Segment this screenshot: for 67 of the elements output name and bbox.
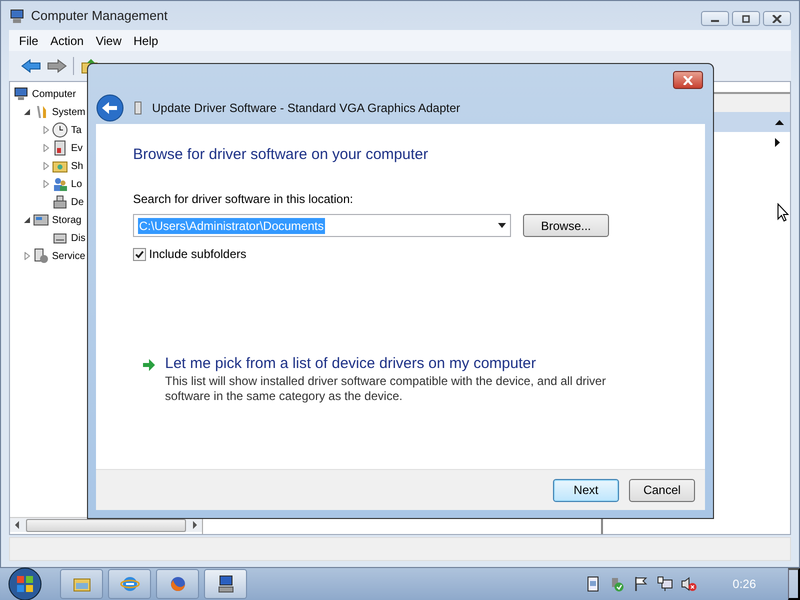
horizontal-scrollbar[interactable] bbox=[10, 517, 202, 532]
field-label: Search for driver software in this location: bbox=[133, 192, 354, 206]
tree-item[interactable]: De bbox=[71, 196, 84, 208]
next-button[interactable]: Next bbox=[553, 478, 619, 502]
collapsed-arrow-icon[interactable] bbox=[42, 144, 50, 152]
storage-icon bbox=[33, 212, 49, 228]
device-icon bbox=[134, 100, 142, 114]
computer-icon bbox=[216, 574, 236, 594]
arrow-icon[interactable] bbox=[142, 359, 156, 371]
close-button[interactable] bbox=[673, 71, 703, 89]
scroll-right-icon[interactable] bbox=[192, 521, 198, 529]
submenu-arrow-icon[interactable] bbox=[773, 138, 782, 147]
link-description: This list will show installed driver software compatible with the device, and all driver software in the same category as the device. bbox=[165, 374, 607, 404]
collapsed-arrow-icon[interactable] bbox=[42, 126, 50, 134]
tree-item[interactable]: Lo bbox=[71, 178, 82, 190]
menu-item[interactable]: Help bbox=[134, 34, 158, 48]
tree-item[interactable]: Dis bbox=[71, 232, 86, 244]
services-icon bbox=[33, 248, 49, 264]
log-icon bbox=[52, 140, 68, 156]
maximize-icon[interactable] bbox=[741, 14, 751, 22]
maximize-button[interactable] bbox=[732, 11, 760, 26]
window-title: Computer Management bbox=[31, 8, 169, 23]
collapsed-arrow-icon[interactable] bbox=[23, 252, 31, 260]
collapsed-arrow-icon[interactable] bbox=[42, 162, 50, 170]
computer-icon bbox=[13, 86, 29, 102]
collapsed-arrow-icon[interactable] bbox=[42, 180, 50, 188]
tree-item[interactable]: Computer bbox=[32, 88, 76, 100]
clock-icon bbox=[52, 122, 68, 138]
caret-icon[interactable] bbox=[498, 223, 506, 228]
document-icon[interactable] bbox=[584, 576, 601, 592]
device-icon bbox=[52, 194, 68, 210]
command-link[interactable]: Let me pick from a list of device drivers on my computer bbox=[165, 355, 615, 372]
back-arrow-icon[interactable] bbox=[21, 58, 41, 74]
heading: Browse for driver software on your computer bbox=[133, 146, 430, 163]
tree-item[interactable]: Sh bbox=[71, 160, 84, 172]
scroll-thumb[interactable] bbox=[26, 518, 186, 532]
show-desktop-button[interactable] bbox=[788, 568, 800, 600]
dialog-title: Update Driver Software - Standard VGA Graphics Adapter bbox=[152, 100, 460, 114]
scroll-left-icon[interactable] bbox=[14, 521, 20, 529]
menu-item[interactable]: View bbox=[96, 34, 122, 48]
users-icon bbox=[52, 176, 68, 192]
close-icon[interactable] bbox=[772, 14, 782, 22]
checkbox-label[interactable]: Include subfolders bbox=[149, 247, 246, 261]
taskbar-button[interactable] bbox=[204, 569, 247, 599]
tree-item[interactable]: Storag bbox=[52, 214, 82, 226]
tree-item[interactable]: System bbox=[52, 106, 86, 118]
browse-button[interactable]: Browse... bbox=[523, 214, 609, 237]
network-icon[interactable] bbox=[656, 576, 673, 592]
tree-item[interactable]: Ev bbox=[71, 142, 83, 154]
forward-arrow-icon[interactable] bbox=[47, 58, 67, 74]
collapse-arrow-icon[interactable] bbox=[775, 118, 784, 126]
tree-item[interactable]: Service bbox=[52, 250, 86, 262]
menu-item[interactable]: Action bbox=[50, 34, 84, 48]
menu-item[interactable]: File bbox=[19, 34, 38, 48]
speaker-muted-icon[interactable] bbox=[680, 576, 697, 592]
start-button[interactable] bbox=[6, 567, 44, 600]
tree-item[interactable]: Ta bbox=[71, 124, 82, 136]
close-button[interactable] bbox=[763, 11, 791, 26]
expanded-arrow-icon[interactable] bbox=[23, 108, 31, 116]
checkbox[interactable] bbox=[133, 248, 146, 260]
cancel-button[interactable]: Cancel bbox=[629, 478, 695, 502]
flag-icon[interactable] bbox=[632, 576, 649, 592]
minimize-button[interactable] bbox=[701, 11, 729, 26]
globe-e-icon bbox=[120, 574, 140, 594]
computer-icon bbox=[9, 8, 25, 24]
back-button[interactable] bbox=[96, 94, 124, 122]
expanded-arrow-icon[interactable] bbox=[23, 216, 31, 224]
